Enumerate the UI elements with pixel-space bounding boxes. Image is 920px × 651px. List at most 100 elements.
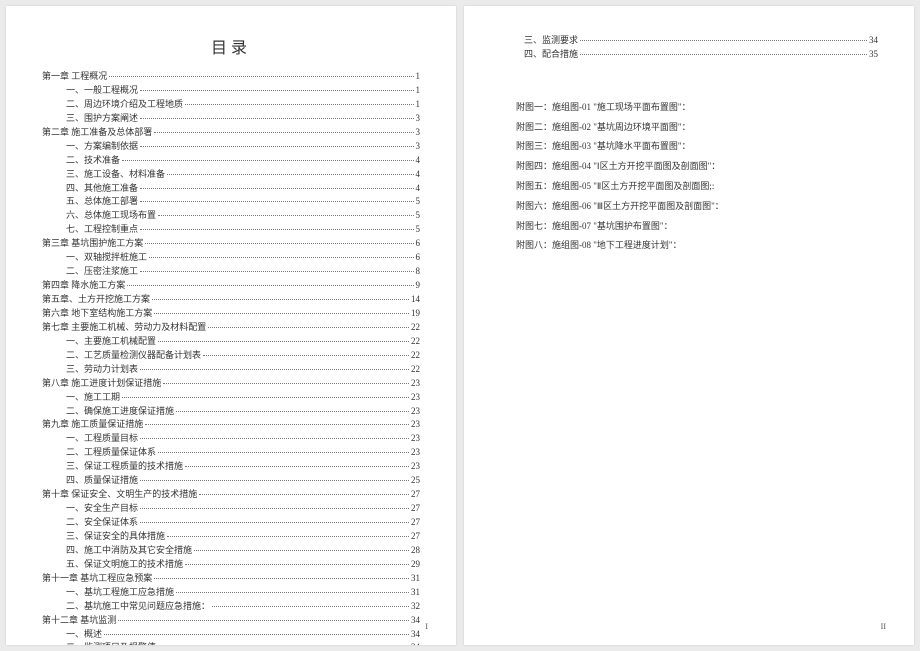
toc-leader-dots	[104, 634, 409, 635]
toc-entry-label: 六、总体施工现场布置	[66, 209, 156, 223]
toc-entry-page: 27	[411, 502, 420, 516]
toc-leader-dots	[140, 480, 409, 481]
appendix-entry: 附图二：施组图-02 "基坑周边环境平面图"：	[516, 118, 878, 138]
page-number-left: I	[425, 622, 428, 631]
toc-entry: 一、工程质量目标23	[66, 432, 420, 446]
toc-leader-dots	[163, 383, 409, 384]
toc-entry-label: 第八章 施工进度计划保证措施	[42, 377, 161, 391]
toc-entry: 第十一章 基坑工程应急预案 31	[42, 572, 420, 586]
toc-entry: 三、施工设备、材料准备4	[66, 168, 420, 182]
toc-entry-label: 一、概述	[66, 628, 102, 642]
toc-entry-label: 二、周边环境介绍及工程地质	[66, 98, 183, 112]
toc-entry-label: 二、基坑施工中常见问题应急措施：	[66, 600, 210, 614]
toc-entry-page: 5	[416, 195, 421, 209]
toc-entry: 第三章 基坑围护施工方案6	[42, 237, 420, 251]
toc-entry-label: 五、总体施工部署	[66, 195, 138, 209]
toc-entry-page: 1	[416, 70, 421, 84]
toc-leader-dots	[580, 54, 867, 55]
toc-leader-dots	[194, 550, 409, 551]
toc-entry-label: 一、主要施工机械配置	[66, 335, 156, 349]
toc-leader-dots	[140, 438, 409, 439]
toc-entry: 五、保证文明施工的技术措施 29	[66, 558, 420, 572]
toc-entry-label: 三、监测要求	[524, 34, 578, 48]
toc-entry: 三、围护方案阐述3	[66, 112, 420, 126]
toc-entry: 第十章 保证安全、文明生产的技术措施27	[42, 488, 420, 502]
toc-entry-label: 二、压密注浆施工	[66, 265, 138, 279]
toc-leader-dots	[140, 522, 409, 523]
toc-leader-dots	[199, 494, 409, 495]
toc-entry-label: 二、确保施工进度保证措施	[66, 405, 174, 419]
toc-entry-page: 23	[411, 432, 420, 446]
toc-leader-dots	[145, 424, 409, 425]
toc-title: 目录	[42, 34, 420, 58]
page-left: 目录 第一章 工程概况1一、一般工程概况1二、周边环境介绍及工程地质1三、围护方…	[6, 6, 456, 645]
appendix-entry: 附图四：施组图-04 "Ⅰ区土方开挖平面图及剖面图"：	[516, 157, 878, 177]
toc-entry-label: 四、其他施工准备	[66, 182, 138, 196]
toc-leader-dots	[140, 188, 413, 189]
toc-entry-label: 第五章、土方开挖施工方案	[42, 293, 150, 307]
toc-leader-dots	[140, 90, 413, 91]
toc-entry-page: 1	[416, 98, 421, 112]
toc-entry-page: 8	[416, 265, 421, 279]
toc-entry: 六、总体施工现场布置 5	[66, 209, 420, 223]
toc-entry: 一、一般工程概况1	[66, 84, 420, 98]
toc-entry: 二、周边环境介绍及工程地质 1	[66, 98, 420, 112]
toc-entry-page: 5	[416, 209, 421, 223]
toc-entry: 第一章 工程概况 1	[42, 70, 420, 84]
toc-entry: 五、总体施工部署 5	[66, 195, 420, 209]
toc-entry-label: 二、工程质量保证体系	[66, 446, 156, 460]
toc-entry-label: 第十一章 基坑工程应急预案	[42, 572, 152, 586]
toc-entry-label: 二、工艺质量检测仪器配备计划表	[66, 349, 201, 363]
toc-entry-page: 34	[411, 614, 420, 628]
toc-entry-page: 9	[416, 279, 421, 293]
toc-leader-dots	[167, 174, 413, 175]
toc-entry-label: 一、一般工程概况	[66, 84, 138, 98]
toc-entry-page: 23	[411, 460, 420, 474]
toc-entry-label: 第十二章 基坑监测	[42, 614, 116, 628]
toc-entry: 四、质量保证措施25	[66, 474, 420, 488]
toc-entry: 二、监测项目及报警值34	[66, 641, 420, 645]
toc-entry: 四、施工中消防及其它安全措施28	[66, 544, 420, 558]
toc-leader-dots	[140, 508, 409, 509]
toc-entry-label: 第六章 地下室结构施工方案	[42, 307, 152, 321]
toc-entry-page: 31	[411, 572, 420, 586]
toc-entry-label: 二、技术准备	[66, 154, 120, 168]
toc-leader-dots	[122, 160, 413, 161]
toc-entry-page: 29	[411, 558, 420, 572]
toc-entry: 四、配合措施35	[524, 48, 878, 62]
toc-leader-dots	[140, 146, 413, 147]
toc-entry: 第七章 主要施工机械、劳动力及材料配置22	[42, 321, 420, 335]
toc-entry-label: 第一章 工程概况	[42, 70, 107, 84]
toc-leader-dots	[167, 536, 409, 537]
toc-entry-page: 4	[416, 154, 421, 168]
toc-entry-label: 第二章 施工准备及总体部署	[42, 126, 152, 140]
toc-leader-dots	[580, 40, 867, 41]
toc-entry: 二、压密注浆施工 8	[66, 265, 420, 279]
toc-entry-page: 4	[416, 182, 421, 196]
page-number-right: II	[881, 622, 886, 631]
toc-leader-dots	[118, 620, 409, 621]
toc-entry-page: 23	[411, 446, 420, 460]
appendix-entry: 附图三：施组图-03 "基坑降水平面布置图"：	[516, 137, 878, 157]
toc-entry-label: 四、施工中消防及其它安全措施	[66, 544, 192, 558]
toc-entry: 一、概述 34	[66, 628, 420, 642]
toc-entry: 第五章、土方开挖施工方案14	[42, 293, 420, 307]
toc-entry-label: 五、保证文明施工的技术措施	[66, 558, 183, 572]
toc-entry-page: 25	[411, 474, 420, 488]
toc-entry: 第十二章 基坑监测 34	[42, 614, 420, 628]
toc-entry-page: 23	[411, 391, 420, 405]
toc-entry-label: 二、安全保证体系	[66, 516, 138, 530]
toc-entry-label: 三、劳动力计划表	[66, 363, 138, 377]
toc-entry-page: 3	[416, 126, 421, 140]
toc-leader-dots	[158, 215, 413, 216]
toc-entry: 第九章 施工质量保证措施23	[42, 418, 420, 432]
toc-entry: 第二章 施工准备及总体部署 3	[42, 126, 420, 140]
toc-entry-page: 34	[411, 628, 420, 642]
toc-entry-label: 第十章 保证安全、文明生产的技术措施	[42, 488, 197, 502]
toc-leader-dots	[109, 76, 413, 77]
toc-entry-label: 第三章 基坑围护施工方案	[42, 237, 143, 251]
toc-entry-label: 一、施工工期	[66, 391, 120, 405]
toc-entry: 一、方案编制依据3	[66, 140, 420, 154]
toc-entry-label: 一、方案编制依据	[66, 140, 138, 154]
toc-entry: 一、施工工期 23	[66, 391, 420, 405]
